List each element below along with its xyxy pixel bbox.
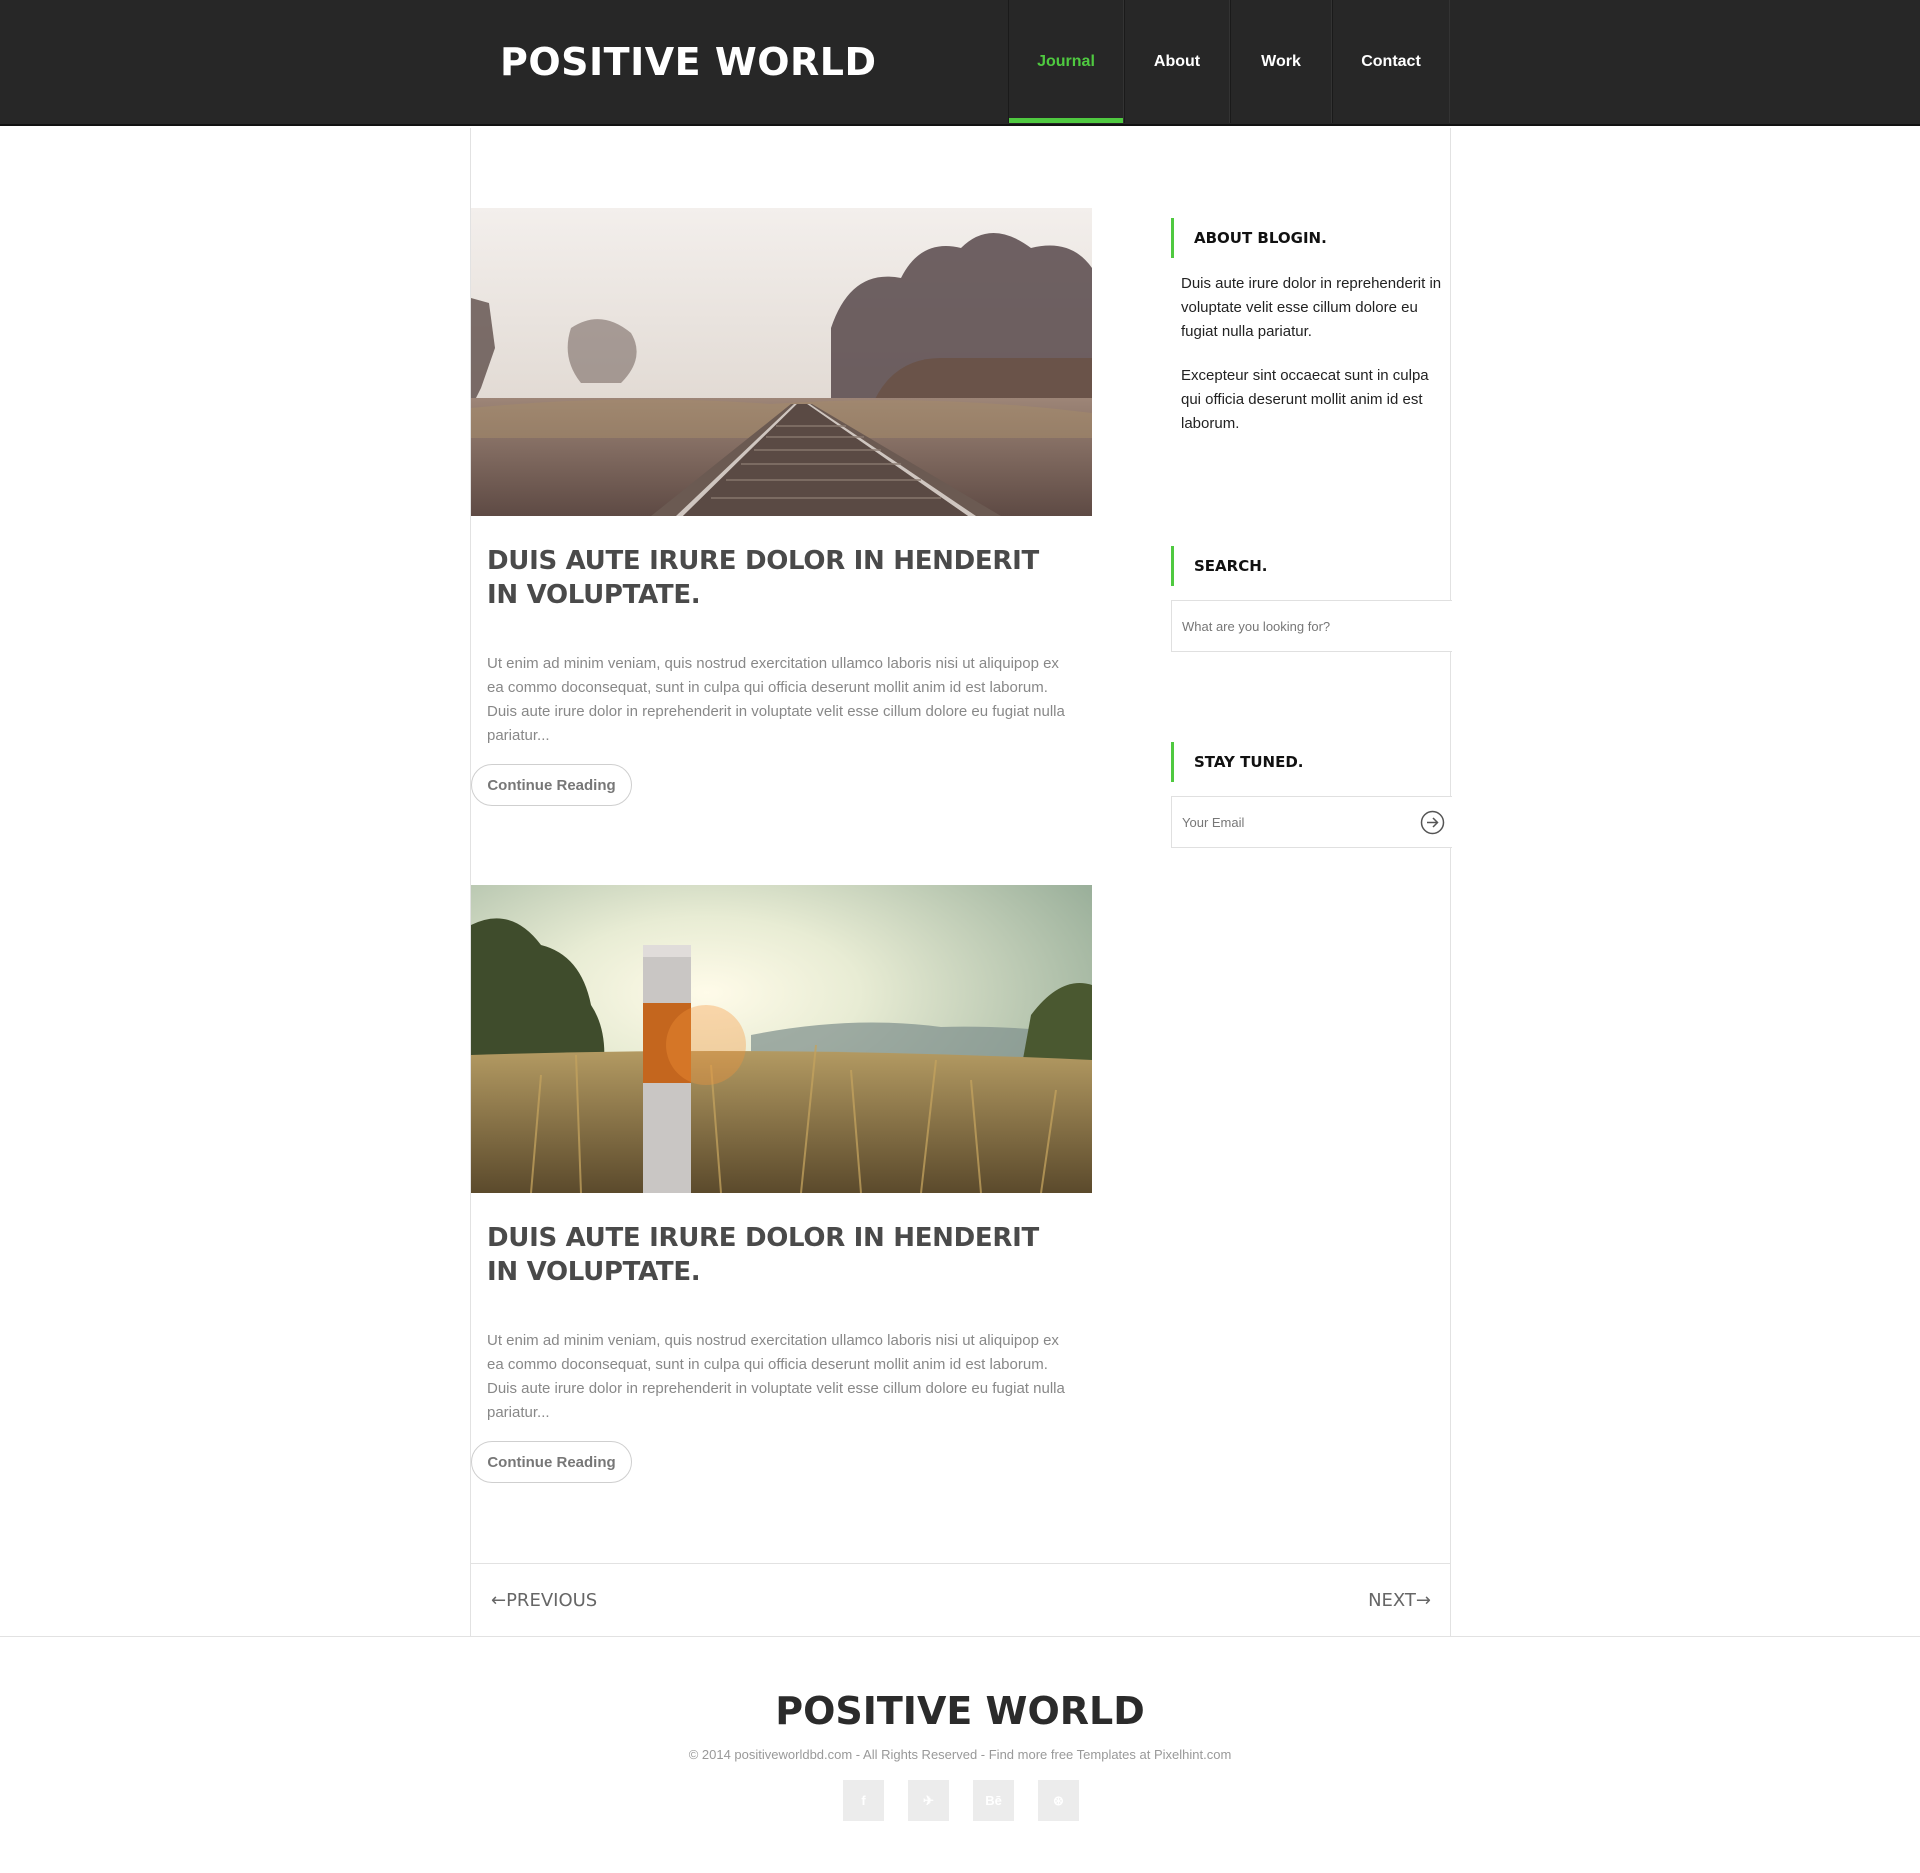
nav-work[interactable]: Work [1230, 0, 1332, 123]
post-excerpt: Ut enim ad minim veniam, quis nostrud ex… [487, 655, 1065, 744]
facebook-icon[interactable]: f [843, 1780, 884, 1821]
search-input[interactable] [1172, 601, 1452, 651]
post-title[interactable]: DUIS AUTE IRURE DOLOR IN HENDERIT IN VOL… [487, 1221, 1067, 1289]
railroad-tracks-photo[interactable] [471, 208, 1092, 516]
pagination: ←PREVIOUS NEXT→ [471, 1563, 1451, 1636]
post-title[interactable]: DUIS AUTE IRURE DOLOR IN HENDERIT IN VOL… [487, 544, 1067, 612]
email-input[interactable] [1172, 797, 1452, 847]
dribbble-icon[interactable]: ⊛ [1038, 1780, 1079, 1821]
copyright-text: © 2014 positiveworldbd.com - All Rights … [688, 1747, 1232, 1762]
site-header: POSITIVE WORLD Journal About Work Contac… [0, 0, 1920, 126]
content-container: DUIS AUTE IRURE DOLOR IN HENDERIT IN VOL… [470, 128, 1452, 1636]
field-post-sunset-photo[interactable] [471, 885, 1092, 1193]
post-excerpt: Ut enim ad minim veniam, quis nostrud ex… [487, 1332, 1065, 1421]
site-logo[interactable]: POSITIVE WORLD [500, 40, 877, 84]
behance-icon[interactable]: Bē [973, 1780, 1014, 1821]
next-page-link[interactable]: NEXT→ [1368, 1590, 1431, 1611]
about-paragraph: Excepteur sint occaecat sunt in culpa qu… [1181, 367, 1429, 432]
twitter-icon[interactable]: ✈ [908, 1780, 949, 1821]
continue-reading-button[interactable]: Continue Reading [471, 764, 632, 806]
continue-reading-button[interactable]: Continue Reading [471, 1441, 632, 1483]
blog-post: DUIS AUTE IRURE DOLOR IN HENDERIT IN VOL… [471, 885, 1092, 1485]
blog-post: DUIS AUTE IRURE DOLOR IN HENDERIT IN VOL… [471, 208, 1092, 808]
footer-logo[interactable]: POSITIVE WORLD [0, 1689, 1920, 1733]
newsletter-field [1171, 796, 1452, 848]
newsletter-widget-title: STAY TUNED. [1171, 742, 1451, 782]
search-field [1171, 600, 1452, 652]
nav-journal[interactable]: Journal [1008, 0, 1124, 123]
nav-about[interactable]: About [1124, 0, 1230, 123]
main-nav: Journal About Work Contact [1008, 0, 1450, 123]
social-links: f ✈ Bē ⊛ [843, 1780, 1079, 1821]
search-widget-title: SEARCH. [1171, 546, 1451, 586]
previous-page-link[interactable]: ←PREVIOUS [491, 1590, 597, 1611]
site-footer: POSITIVE WORLD © 2014 positiveworldbd.co… [0, 1636, 1920, 1873]
nav-contact[interactable]: Contact [1332, 0, 1450, 123]
arrow-right-circle-icon[interactable] [1420, 810, 1445, 835]
about-widget-title: ABOUT BLOGIN. [1171, 218, 1451, 258]
about-paragraph: Duis aute irure dolor in reprehenderit i… [1181, 275, 1442, 340]
